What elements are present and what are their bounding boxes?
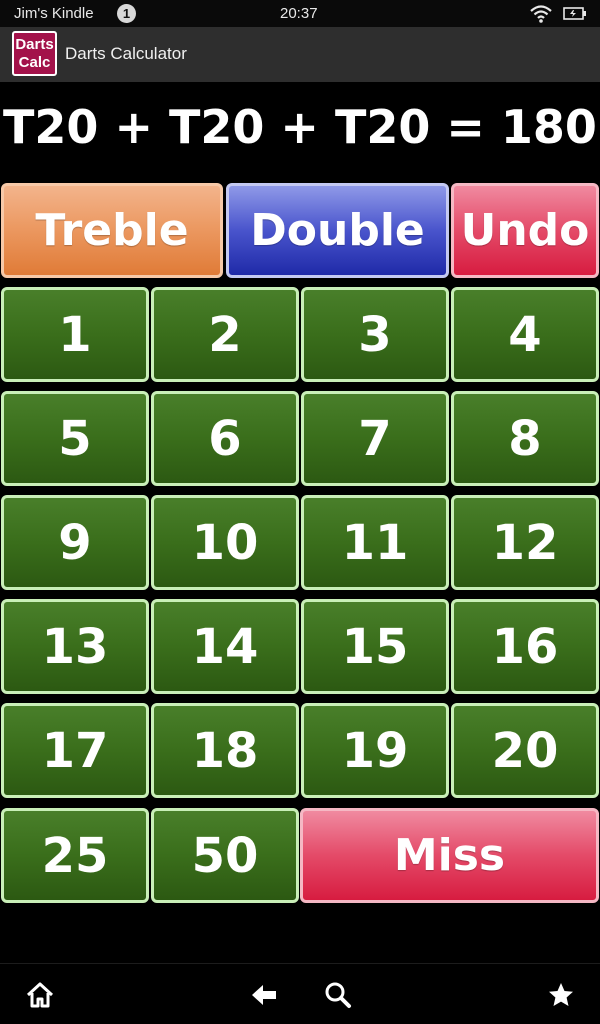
miss-button[interactable]: Miss (300, 808, 599, 903)
number-button-3[interactable]: 3 (301, 287, 449, 382)
number-button-2[interactable]: 2 (151, 287, 299, 382)
number-button-7[interactable]: 7 (301, 391, 449, 486)
navigation-bar (0, 963, 600, 1024)
notification-badge[interactable]: 1 (117, 4, 136, 23)
number-button-8[interactable]: 8 (451, 391, 599, 486)
number-button-20[interactable]: 20 (451, 703, 599, 798)
device-name: Jim's Kindle (14, 5, 94, 22)
score-expression: T20 + T20 + T20 = 180 (3, 100, 597, 154)
favorites-icon[interactable] (546, 981, 576, 1013)
treble-button[interactable]: Treble (1, 183, 223, 278)
home-icon[interactable] (25, 981, 55, 1013)
app-logo-line2: Calc (18, 54, 51, 71)
double-button[interactable]: Double (226, 183, 449, 278)
wifi-icon (529, 4, 553, 28)
number-button-19[interactable]: 19 (301, 703, 449, 798)
number-button-11[interactable]: 11 (301, 495, 449, 590)
undo-button[interactable]: Undo (451, 183, 599, 278)
clock: 20:37 (280, 5, 318, 22)
bull-button[interactable]: 50 (151, 808, 299, 903)
back-icon[interactable] (249, 981, 279, 1013)
number-button-6[interactable]: 6 (151, 391, 299, 486)
number-button-16[interactable]: 16 (451, 599, 599, 694)
number-button-1[interactable]: 1 (1, 287, 149, 382)
number-button-5[interactable]: 5 (1, 391, 149, 486)
number-button-17[interactable]: 17 (1, 703, 149, 798)
number-button-14[interactable]: 14 (151, 599, 299, 694)
app-logo-icon: Darts Calc (12, 31, 57, 76)
number-button-10[interactable]: 10 (151, 495, 299, 590)
app-title: Darts Calculator (65, 44, 187, 63)
search-icon[interactable] (323, 981, 353, 1013)
number-button-4[interactable]: 4 (451, 287, 599, 382)
number-button-18[interactable]: 18 (151, 703, 299, 798)
number-button-12[interactable]: 12 (451, 495, 599, 590)
battery-icon (563, 6, 587, 25)
title-bar: Darts Calc Darts Calculator (0, 27, 600, 82)
outer-bull-button[interactable]: 25 (1, 808, 149, 903)
app-logo-line1: Darts (15, 36, 54, 53)
number-button-9[interactable]: 9 (1, 495, 149, 590)
status-bar: Jim's Kindle 1 20:37 (0, 0, 600, 27)
number-button-15[interactable]: 15 (301, 599, 449, 694)
number-button-13[interactable]: 13 (1, 599, 149, 694)
